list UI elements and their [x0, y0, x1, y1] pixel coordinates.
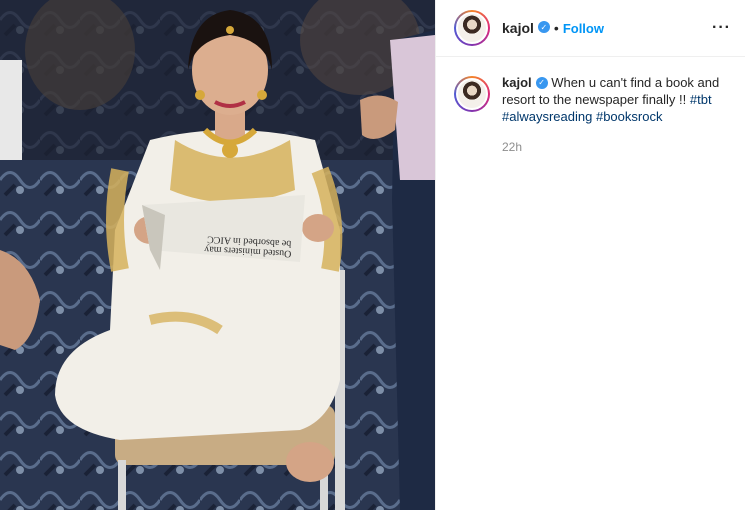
caption: kajol ✓ When u can't find a book and reso…: [436, 57, 745, 125]
instagram-post: be absorbed in AICC Ousted ministers may…: [0, 0, 745, 510]
post-side-panel: kajol ✓ • Follow ··· kajol ✓ When u can't…: [435, 0, 745, 510]
author-username[interactable]: kajol: [502, 20, 534, 36]
photo-illustration: be absorbed in AICC Ousted ministers may: [0, 0, 435, 510]
left-person-sleeve: [0, 60, 22, 160]
post-header: kajol ✓ • Follow ···: [436, 0, 745, 57]
header-separator: •: [553, 20, 559, 36]
hashtag-link[interactable]: #alwaysreading: [502, 109, 592, 124]
post-photo[interactable]: be absorbed in AICC Ousted ministers may: [0, 0, 435, 510]
avatar[interactable]: [456, 12, 488, 44]
caption-avatar[interactable]: [456, 78, 488, 110]
caption-verified-badge-icon: ✓: [535, 76, 548, 89]
foot: [286, 442, 334, 482]
caption-username[interactable]: kajol: [502, 75, 532, 90]
caption-text: kajol ✓ When u can't find a book and reso…: [502, 74, 727, 125]
caption-body: When u can't find a book and resort to t…: [502, 75, 720, 107]
post-timestamp[interactable]: 22h: [502, 140, 745, 154]
hashtag-link[interactable]: #booksrock: [596, 109, 662, 124]
verified-badge-icon: ✓: [537, 21, 550, 33]
caption-story-ring[interactable]: [454, 76, 490, 112]
story-ring[interactable]: [454, 10, 490, 46]
hashtag-link[interactable]: #tbt: [690, 92, 712, 107]
more-options-icon[interactable]: ···: [712, 20, 731, 36]
follow-button[interactable]: Follow: [563, 21, 604, 36]
